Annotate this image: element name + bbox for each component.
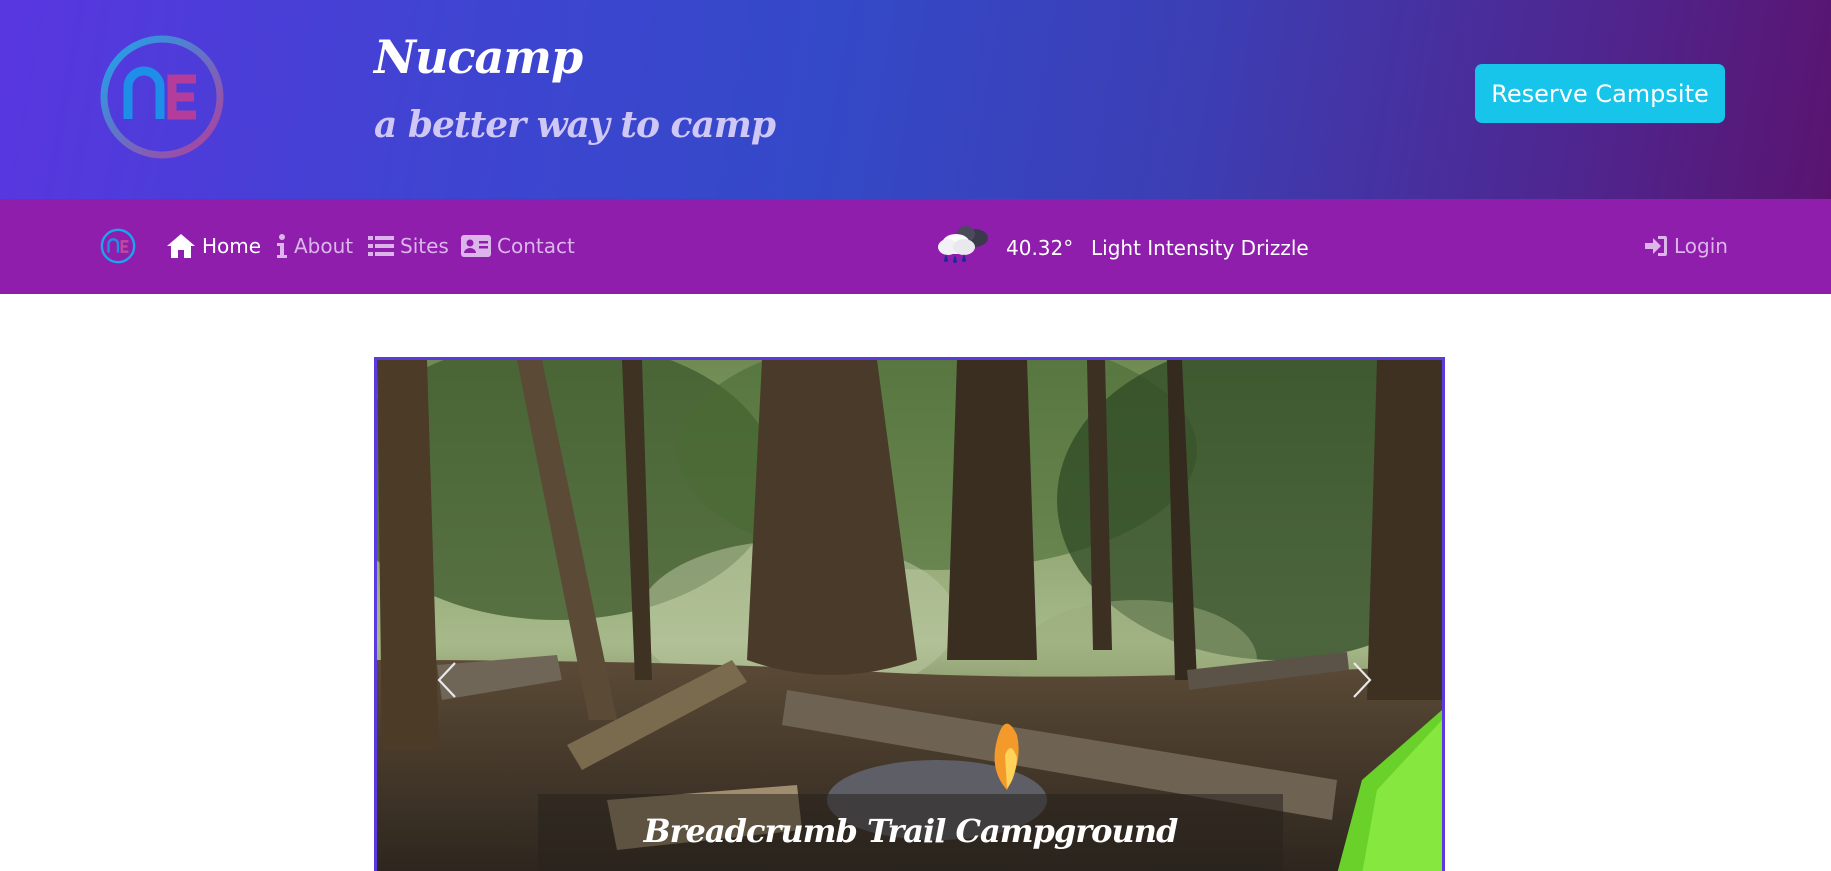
carousel-caption: Breadcrumb Trail Campground — [538, 794, 1283, 871]
nucamp-logo-icon[interactable] — [99, 227, 137, 265]
nav-item-contact[interactable]: Contact — [461, 229, 575, 263]
brand-tagline: a better way to camp — [374, 104, 776, 146]
nav-item-sites[interactable]: Sites — [368, 229, 449, 263]
nav-item-home[interactable]: Home — [166, 229, 261, 263]
address-card-icon — [461, 235, 491, 257]
info-icon — [277, 234, 287, 258]
reserve-campsite-button[interactable]: Reserve Campsite — [1475, 64, 1725, 123]
nav-item-label: Sites — [400, 234, 449, 258]
nucamp-logo-icon — [100, 35, 224, 159]
weather-temperature: 40.32° — [1006, 236, 1074, 260]
nav-item-label: About — [294, 234, 354, 258]
jumbotron-header: Nucamp a better way to camp Reserve Camp… — [0, 0, 1831, 199]
nav-item-label: Contact — [497, 234, 575, 258]
chevron-right-icon — [1353, 662, 1372, 698]
login-label: Login — [1674, 234, 1728, 258]
login-link[interactable]: Login — [1644, 229, 1728, 263]
home-icon — [167, 234, 195, 258]
list-icon — [368, 236, 394, 256]
brand-title: Nucamp — [374, 30, 583, 84]
carousel-caption-title: Breadcrumb Trail Campground — [643, 812, 1179, 850]
main-navbar: Home About Sites Contact Login — [0, 199, 1831, 294]
rain-cloud-icon — [938, 226, 988, 263]
chevron-left-icon — [437, 662, 456, 698]
sign-in-icon — [1645, 236, 1667, 256]
campsite-carousel[interactable]: Breadcrumb Trail Campground — [374, 357, 1445, 871]
nav-item-label: Home — [202, 234, 262, 258]
weather-description: Light Intensity Drizzle — [1091, 236, 1309, 260]
carousel-next-button[interactable] — [1342, 650, 1382, 710]
carousel-prev-button[interactable] — [427, 650, 467, 710]
nav-item-about[interactable]: About — [276, 229, 353, 263]
